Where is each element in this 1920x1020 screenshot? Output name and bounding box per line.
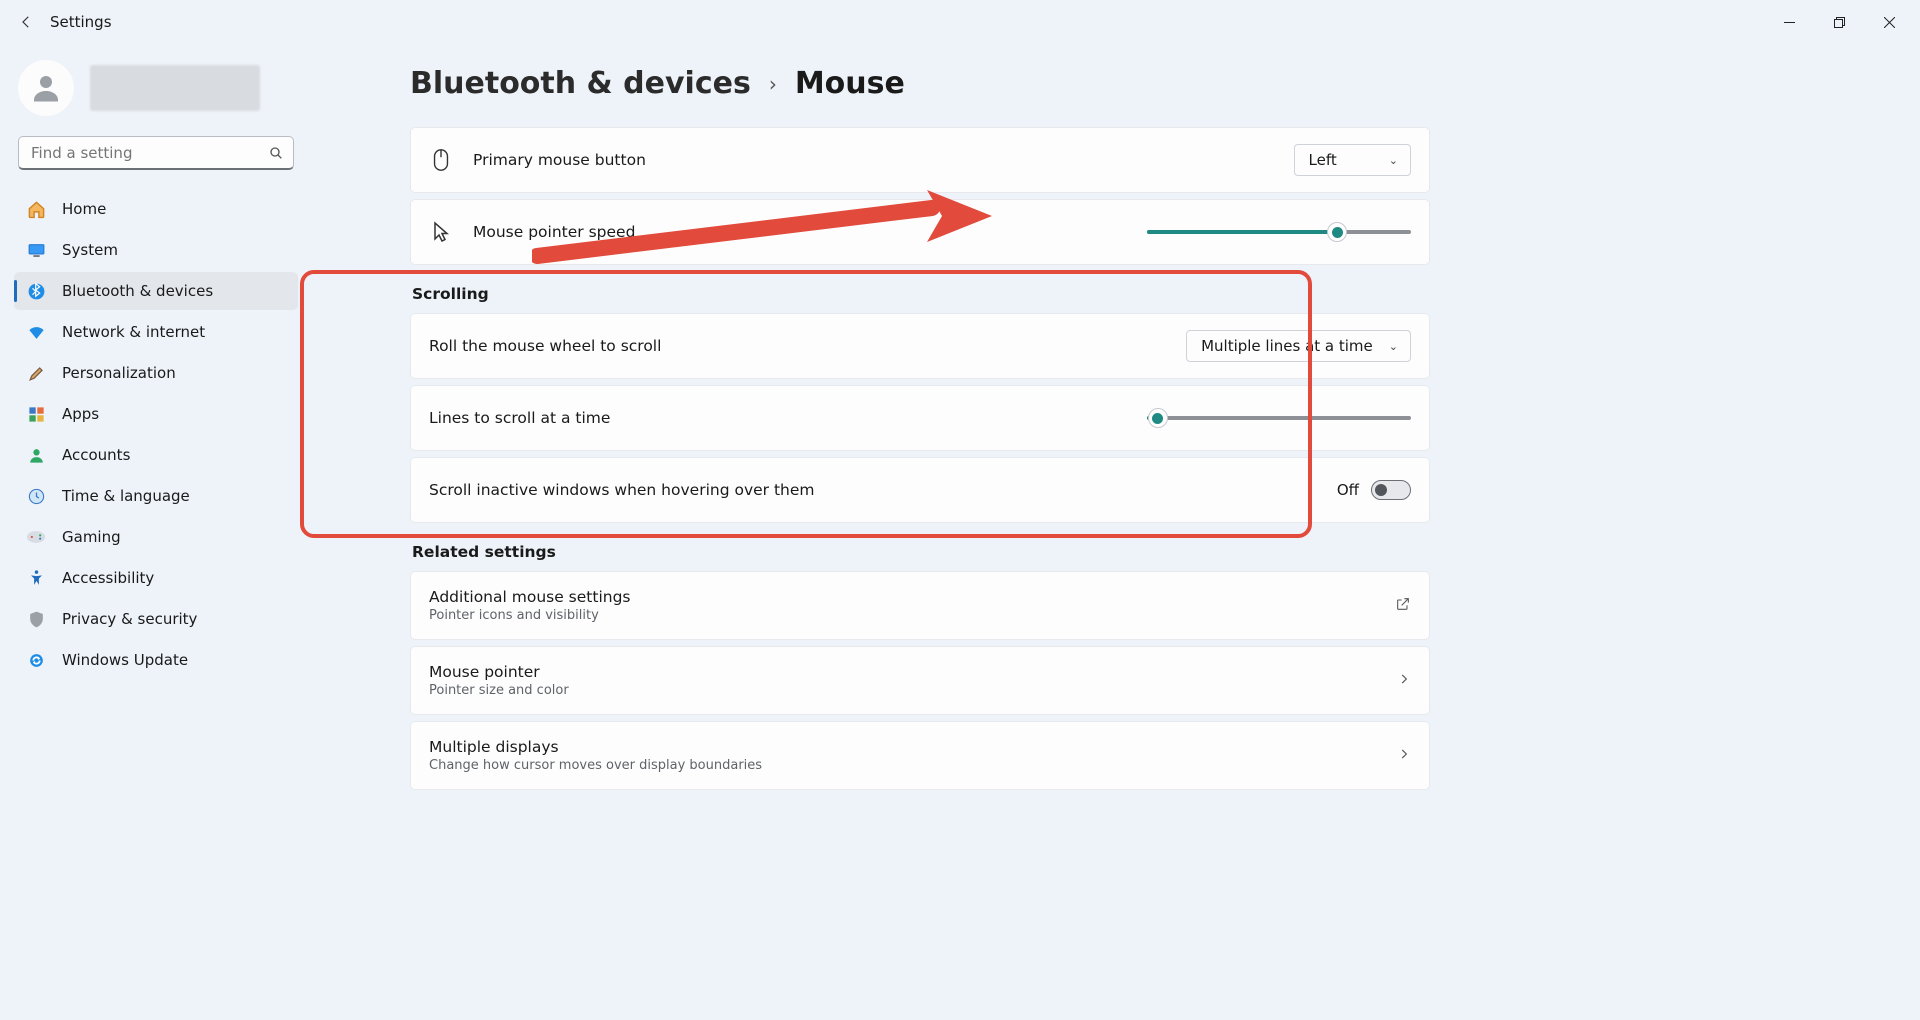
user-name-redacted xyxy=(90,65,260,111)
nav-list: Home System Bluetooth & devices Network … xyxy=(14,190,298,679)
search-input[interactable] xyxy=(18,136,294,170)
sidebar-item-label: Windows Update xyxy=(62,651,188,669)
sidebar-item-label: Privacy & security xyxy=(62,610,197,628)
lines-scroll-slider[interactable] xyxy=(1147,408,1411,428)
maximize-button[interactable] xyxy=(1816,6,1862,38)
dropdown-value: Left xyxy=(1309,151,1337,169)
breadcrumb-parent[interactable]: Bluetooth & devices xyxy=(410,66,751,101)
setting-label: Lines to scroll at a time xyxy=(429,409,1147,427)
setting-primary-mouse-button: Primary mouse button Left ⌄ xyxy=(410,127,1430,193)
chevron-down-icon: ⌄ xyxy=(1389,154,1398,167)
home-icon xyxy=(26,199,46,219)
setting-label: Roll the mouse wheel to scroll xyxy=(429,337,1186,355)
roll-wheel-dropdown[interactable]: Multiple lines at a time ⌄ xyxy=(1186,330,1411,362)
sidebar-item-label: Gaming xyxy=(62,528,121,546)
link-sublabel: Pointer icons and visibility xyxy=(429,608,1395,623)
setting-label: Primary mouse button xyxy=(473,151,1294,169)
section-related-header: Related settings xyxy=(412,543,1430,561)
sidebar-item-personalization[interactable]: Personalization xyxy=(14,354,298,392)
toggle-state-label: Off xyxy=(1337,481,1359,499)
setting-pointer-speed: Mouse pointer speed xyxy=(410,199,1430,265)
link-label: Additional mouse settings xyxy=(429,588,1395,606)
setting-lines-to-scroll: Lines to scroll at a time xyxy=(410,385,1430,451)
sidebar-item-time[interactable]: Time & language xyxy=(14,477,298,515)
setting-scroll-inactive: Scroll inactive windows when hovering ov… xyxy=(410,457,1430,523)
chevron-right-icon: › xyxy=(769,72,777,96)
scroll-inactive-toggle[interactable] xyxy=(1371,480,1411,500)
main-content: Bluetooth & devices › Mouse Primary mous… xyxy=(310,44,1920,1020)
close-button[interactable] xyxy=(1866,6,1912,38)
sidebar-item-label: Apps xyxy=(62,405,99,423)
clock-icon xyxy=(26,486,46,506)
external-link-icon xyxy=(1395,596,1411,616)
sidebar-item-update[interactable]: Windows Update xyxy=(14,641,298,679)
link-label: Multiple displays xyxy=(429,738,1397,756)
brush-icon xyxy=(26,363,46,383)
link-sublabel: Change how cursor moves over display bou… xyxy=(429,758,1397,773)
sidebar-item-label: Accessibility xyxy=(62,569,154,587)
bluetooth-icon xyxy=(26,281,46,301)
shield-icon xyxy=(26,609,46,629)
sidebar-item-accounts[interactable]: Accounts xyxy=(14,436,298,474)
sidebar-item-network[interactable]: Network & internet xyxy=(14,313,298,351)
sidebar-item-label: Bluetooth & devices xyxy=(62,282,213,300)
sidebar-item-bluetooth[interactable]: Bluetooth & devices xyxy=(14,272,298,310)
system-icon xyxy=(26,240,46,260)
link-label: Mouse pointer xyxy=(429,663,1397,681)
sidebar-item-label: Home xyxy=(62,200,106,218)
title-bar: Settings xyxy=(0,0,1920,44)
sidebar-item-privacy[interactable]: Privacy & security xyxy=(14,600,298,638)
search-container xyxy=(18,136,294,170)
update-icon xyxy=(26,650,46,670)
section-scrolling-header: Scrolling xyxy=(412,285,1430,303)
chevron-right-icon xyxy=(1397,746,1411,765)
sidebar-item-home[interactable]: Home xyxy=(14,190,298,228)
dropdown-value: Multiple lines at a time xyxy=(1201,337,1373,355)
link-additional-mouse-settings[interactable]: Additional mouse settings Pointer icons … xyxy=(410,571,1430,640)
search-icon xyxy=(268,145,284,161)
sidebar-item-label: Network & internet xyxy=(62,323,205,341)
setting-label: Scroll inactive windows when hovering ov… xyxy=(429,481,1337,499)
sidebar-item-accessibility[interactable]: Accessibility xyxy=(14,559,298,597)
setting-roll-wheel: Roll the mouse wheel to scroll Multiple … xyxy=(410,313,1430,379)
sidebar-item-label: Accounts xyxy=(62,446,130,464)
sidebar: Home System Bluetooth & devices Network … xyxy=(0,44,310,1020)
pointer-speed-slider[interactable] xyxy=(1147,222,1411,242)
sidebar-item-apps[interactable]: Apps xyxy=(14,395,298,433)
breadcrumb: Bluetooth & devices › Mouse xyxy=(410,66,1430,101)
user-profile[interactable] xyxy=(14,56,298,136)
sidebar-item-label: Personalization xyxy=(62,364,176,382)
primary-button-dropdown[interactable]: Left ⌄ xyxy=(1294,144,1411,176)
back-button[interactable] xyxy=(8,4,44,40)
setting-label: Mouse pointer speed xyxy=(473,223,1147,241)
chevron-down-icon: ⌄ xyxy=(1389,340,1398,353)
breadcrumb-current: Mouse xyxy=(795,66,905,101)
avatar xyxy=(18,60,74,116)
mouse-icon xyxy=(429,148,453,172)
minimize-button[interactable] xyxy=(1766,6,1812,38)
accessibility-icon xyxy=(26,568,46,588)
sidebar-item-gaming[interactable]: Gaming xyxy=(14,518,298,556)
sidebar-item-system[interactable]: System xyxy=(14,231,298,269)
sidebar-item-label: System xyxy=(62,241,118,259)
accounts-icon xyxy=(26,445,46,465)
gaming-icon xyxy=(26,527,46,547)
link-mouse-pointer[interactable]: Mouse pointer Pointer size and color xyxy=(410,646,1430,715)
link-sublabel: Pointer size and color xyxy=(429,683,1397,698)
cursor-icon xyxy=(429,220,453,244)
link-multiple-displays[interactable]: Multiple displays Change how cursor move… xyxy=(410,721,1430,790)
window-title: Settings xyxy=(50,13,112,31)
sidebar-item-label: Time & language xyxy=(62,487,190,505)
apps-icon xyxy=(26,404,46,424)
wifi-icon xyxy=(26,322,46,342)
chevron-right-icon xyxy=(1397,671,1411,690)
